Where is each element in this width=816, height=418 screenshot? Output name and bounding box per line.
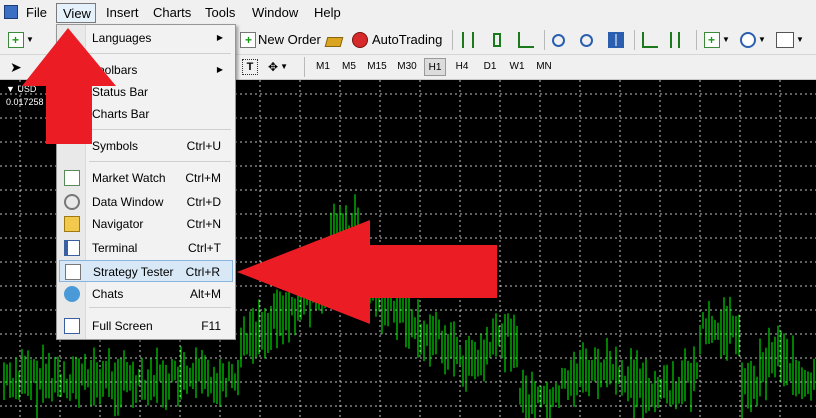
- view-menu-item-chats[interactable]: Chats Alt+M: [59, 283, 233, 305]
- up-arrow-annotation: [22, 28, 116, 144]
- timeframe-h1-button[interactable]: H1: [424, 58, 446, 76]
- dropdown-arrow-icon: ▼: [796, 35, 804, 44]
- new-order-label: New Order: [258, 32, 321, 47]
- app-icon[interactable]: [4, 5, 18, 19]
- candlestick-icon: [493, 33, 501, 47]
- toolbar-separator: [544, 30, 545, 50]
- view-menu-item-full-screen[interactable]: Full Screen F11: [59, 315, 233, 337]
- menu-separator: [89, 307, 231, 308]
- navigator-icon: [64, 216, 80, 232]
- periods-button[interactable]: ▼: [740, 30, 766, 50]
- text-label-icon: T: [242, 59, 258, 75]
- autotrading-button[interactable]: AutoTrading: [352, 30, 442, 50]
- menu-help[interactable]: Help: [308, 3, 347, 23]
- menu-item-shortcut: Alt+M: [189, 287, 221, 301]
- line-chart-icon: [518, 32, 534, 48]
- market-watch-icon: [64, 170, 80, 186]
- menu-item-shortcut: Ctrl+T: [188, 241, 221, 255]
- dropdown-arrow-icon: ▼: [758, 35, 766, 44]
- submenu-arrow-icon: ▶: [216, 65, 223, 74]
- tile-windows-icon: [608, 32, 624, 48]
- view-menu-item-data-window[interactable]: Data Window Ctrl+D: [59, 191, 233, 213]
- auto-scroll-button[interactable]: [642, 30, 658, 50]
- new-order-icon: +: [240, 32, 256, 48]
- menu-separator: [89, 161, 231, 162]
- menu-item-shortcut: Ctrl+R: [185, 265, 220, 279]
- timeframe-m1-button[interactable]: M1: [312, 58, 334, 76]
- submenu-arrow-icon: ▶: [216, 33, 223, 42]
- strategy-tester-icon: [65, 264, 81, 280]
- menu-bar: File View Insert Charts Tools Window Hel…: [0, 0, 816, 27]
- new-order-button[interactable]: + New Order: [240, 30, 321, 50]
- arrows-icon: ✥: [268, 60, 279, 74]
- toolbar-separator: [634, 30, 635, 50]
- zoom-out-button[interactable]: [580, 30, 593, 50]
- menu-tools[interactable]: Tools: [199, 3, 241, 23]
- terminal-icon: [64, 240, 80, 256]
- tile-windows-button[interactable]: [608, 30, 624, 50]
- menu-view[interactable]: View: [56, 3, 96, 23]
- timeframe-m15-button[interactable]: M15: [364, 58, 390, 76]
- timeframe-mn-button[interactable]: MN: [532, 58, 556, 76]
- indicators-icon: +: [704, 32, 720, 48]
- candlestick-chart-button[interactable]: [490, 30, 501, 50]
- menu-item-label: Data Window: [92, 195, 164, 209]
- autotrading-label: AutoTrading: [372, 32, 443, 47]
- left-arrow-shape: [237, 220, 497, 324]
- menu-window[interactable]: Window: [246, 3, 304, 23]
- zoom-in-button[interactable]: [552, 30, 565, 50]
- text-label-button[interactable]: T: [242, 57, 258, 77]
- up-arrow-shape: [22, 28, 116, 144]
- zoom-out-icon: [580, 33, 593, 47]
- menu-item-label: Chats: [92, 287, 124, 301]
- menu-item-label: Market Watch: [92, 171, 166, 185]
- menu-charts[interactable]: Charts: [147, 3, 197, 23]
- arrows-button[interactable]: ✥ ▼: [268, 57, 288, 77]
- view-menu-item-strategy-tester[interactable]: Strategy Tester Ctrl+R: [59, 260, 233, 282]
- view-menu-item-navigator[interactable]: Navigator Ctrl+N: [59, 213, 233, 235]
- gold-bar-icon: [324, 37, 344, 47]
- bar-chart-icon: [462, 32, 474, 48]
- toolbar-separator: [304, 57, 305, 77]
- bar-chart-button[interactable]: [462, 30, 474, 50]
- menu-item-label: Navigator: [92, 217, 144, 231]
- clock-icon: [740, 32, 756, 48]
- menu-item-shortcut: Ctrl+D: [186, 195, 221, 209]
- menu-item-shortcut: Ctrl+N: [186, 217, 221, 231]
- menu-item-label: Terminal: [92, 241, 138, 255]
- timeframe-w1-button[interactable]: W1: [506, 58, 528, 76]
- timeframe-m30-button[interactable]: M30: [394, 58, 420, 76]
- templates-button[interactable]: ▼: [776, 30, 804, 50]
- autotrading-icon: [352, 32, 368, 48]
- menu-insert[interactable]: Insert: [100, 3, 145, 23]
- zoom-in-icon: [552, 33, 565, 47]
- history-button[interactable]: [324, 30, 344, 50]
- menu-item-shortcut: F11: [201, 319, 221, 333]
- menu-item-shortcut: Ctrl+U: [186, 139, 221, 153]
- timeframe-h4-button[interactable]: H4: [450, 58, 474, 76]
- toolbar-separator: [452, 30, 453, 50]
- dropdown-arrow-icon: ▼: [280, 62, 288, 71]
- full-screen-icon: [64, 318, 80, 334]
- chart-shift-icon: [670, 32, 680, 48]
- menu-file[interactable]: File: [20, 3, 53, 23]
- left-arrow-annotation: [237, 220, 497, 324]
- line-chart-button[interactable]: [518, 30, 534, 50]
- menu-item-label: Strategy Tester: [93, 265, 174, 279]
- timeframe-d1-button[interactable]: D1: [478, 58, 502, 76]
- menu-item-label: Full Screen: [92, 319, 153, 333]
- dropdown-arrow-icon: ▼: [722, 35, 730, 44]
- indicators-button[interactable]: + ▼: [704, 30, 730, 50]
- auto-scroll-icon: [642, 32, 658, 48]
- chats-icon: [64, 286, 80, 302]
- timeframe-m5-button[interactable]: M5: [338, 58, 360, 76]
- menu-item-shortcut: Ctrl+M: [185, 171, 221, 185]
- chart-shift-button[interactable]: [670, 30, 680, 50]
- toolbar-separator: [696, 30, 697, 50]
- data-window-icon: [64, 194, 80, 210]
- view-menu-item-terminal[interactable]: Terminal Ctrl+T: [59, 237, 233, 259]
- view-menu-item-market-watch[interactable]: Market Watch Ctrl+M: [59, 167, 233, 189]
- templates-icon: [776, 32, 794, 48]
